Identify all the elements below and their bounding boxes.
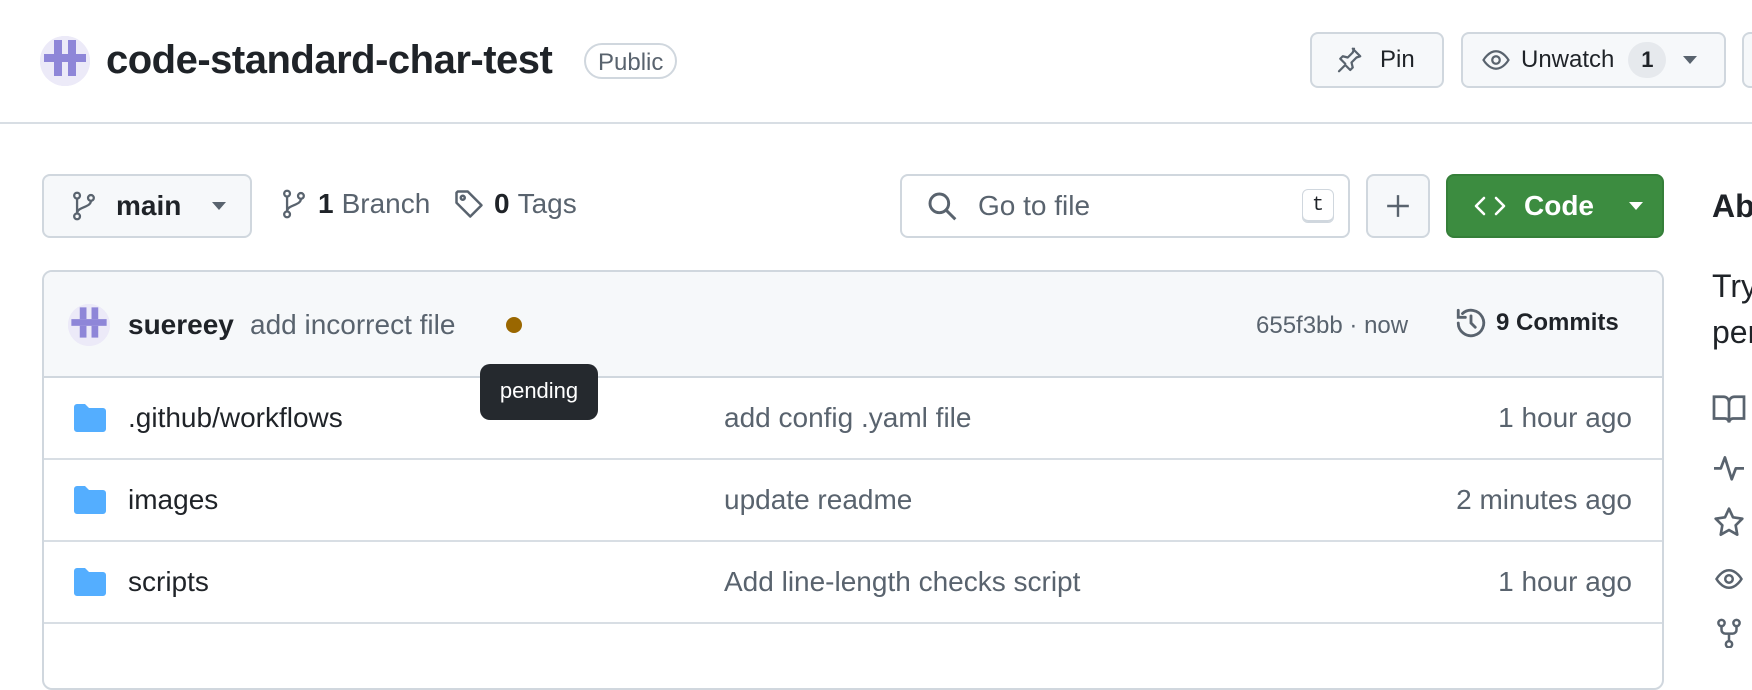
eye-icon[interactable] [1712, 564, 1746, 594]
file-commit-message[interactable]: Add line-length checks script [724, 566, 1080, 598]
unwatch-label: Unwatch [1521, 46, 1615, 73]
file-commit-message[interactable]: update readme [724, 484, 912, 516]
tag-icon [455, 190, 483, 218]
file-updated-time: 1 hour ago [1498, 566, 1632, 597]
code-icon [1474, 196, 1506, 216]
commit-status-dot[interactable] [506, 317, 522, 333]
pin-icon [1337, 47, 1362, 73]
table-row[interactable]: .github/workflows add config .yaml file … [44, 378, 1662, 460]
more-header-button[interactable] [1742, 32, 1752, 88]
branch-name: main [116, 190, 182, 221]
tags-link[interactable]: 0 Tags [454, 188, 577, 220]
star-icon[interactable] [1712, 506, 1746, 538]
file-commit-message[interactable]: add config .yaml file [724, 402, 971, 434]
status-tooltip: pending [480, 364, 598, 420]
eye-icon [1482, 50, 1510, 70]
folder-icon [74, 404, 106, 432]
activity-icon[interactable] [1712, 452, 1746, 482]
file-name-link[interactable]: .github/workflows [128, 402, 343, 434]
go-to-file-input[interactable]: Go to file t [900, 174, 1350, 238]
pin-button[interactable]: Pin [1310, 32, 1444, 88]
identicon-icon [40, 36, 90, 86]
owner-avatar[interactable] [40, 36, 90, 86]
search-shortcut-key: t [1302, 189, 1334, 223]
pin-label: Pin [1380, 46, 1415, 73]
book-icon[interactable] [1712, 394, 1746, 424]
tag-label: Tags [517, 188, 577, 219]
file-name-link[interactable]: images [128, 484, 218, 516]
code-button[interactable]: Code [1446, 174, 1664, 238]
branch-count: 1 [318, 188, 334, 219]
about-sidebar: Ab Try per [1712, 188, 1752, 648]
branch-selector[interactable]: main [42, 174, 252, 238]
commits-link[interactable]: 9 Commits [1454, 306, 1619, 340]
file-name-link[interactable]: scripts [128, 566, 209, 598]
file-table: suereey add incorrect file 655f3bb · now… [42, 270, 1664, 690]
commit-hash-time[interactable]: 655f3bb · now [1256, 312, 1408, 340]
commit-author-avatar[interactable] [68, 304, 110, 346]
add-file-button[interactable] [1366, 174, 1430, 238]
folder-icon [74, 486, 106, 514]
unwatch-button[interactable]: Unwatch 1 [1461, 32, 1726, 88]
table-row[interactable]: scripts Add line-length checks script 1 … [44, 542, 1662, 624]
branches-link[interactable]: 1 Branch [280, 188, 430, 220]
folder-icon [74, 568, 106, 596]
search-placeholder: Go to file [978, 190, 1091, 221]
file-updated-time: 1 hour ago [1498, 402, 1632, 433]
file-updated-time: 2 minutes ago [1456, 484, 1632, 515]
latest-commit-bar: suereey add incorrect file 655f3bb · now… [44, 272, 1662, 378]
fork-icon[interactable] [1712, 618, 1746, 648]
repo-name-link[interactable]: code-standard-char-test [106, 38, 553, 83]
about-description-line-1: Try [1712, 268, 1752, 304]
about-heading: Ab [1712, 188, 1752, 224]
visibility-badge: Public [584, 43, 678, 79]
commits-label: 9 Commits [1496, 309, 1619, 336]
git-branch-icon [73, 191, 95, 221]
identicon-icon [68, 304, 110, 346]
caret-down-icon [1629, 202, 1643, 210]
branch-label: Branch [341, 188, 431, 219]
git-branch-icon [283, 189, 305, 219]
repo-header: code-standard-char-test Public Pin Unwat… [0, 0, 1752, 124]
search-icon [928, 192, 957, 221]
tag-count: 0 [494, 188, 510, 219]
table-row[interactable]: images update readme 2 minutes ago [44, 460, 1662, 542]
history-icon [1456, 308, 1486, 338]
caret-down-icon [212, 202, 227, 210]
code-label: Code [1524, 190, 1594, 221]
about-description-line-2: per [1712, 314, 1752, 350]
caret-down-icon [1683, 56, 1698, 64]
watch-count: 1 [1628, 42, 1667, 78]
plus-icon [1387, 195, 1409, 217]
commit-author[interactable]: suereey [128, 309, 234, 341]
commit-message[interactable]: add incorrect file [250, 309, 455, 341]
